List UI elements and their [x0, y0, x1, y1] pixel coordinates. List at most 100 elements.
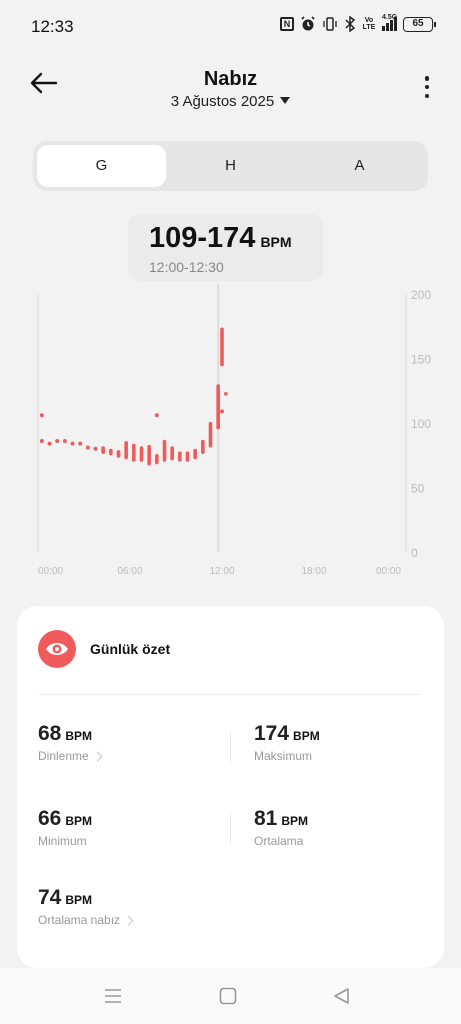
- heart-rate-chart[interactable]: 200 150 100 50 0 00:00 06:00 12:00 18:00 00:00: [0, 282, 461, 582]
- summary-title: Günlük özet: [90, 641, 171, 657]
- stat-value: 68: [38, 722, 62, 745]
- tab-day[interactable]: G: [37, 145, 166, 187]
- x-tick-label: 00:00: [376, 566, 401, 577]
- heart-rate-point: [93, 446, 98, 451]
- bluetooth-icon: [345, 16, 356, 32]
- y-tick-label: 50: [411, 482, 425, 496]
- chevron-right-icon: [92, 751, 103, 762]
- stat-label: Ortalama: [254, 834, 304, 848]
- more-dot: [424, 84, 430, 90]
- heart-rate-point: [47, 441, 52, 446]
- heart-rate-point: [85, 445, 90, 450]
- selected-readout: 109-174 BPM 12:00-12:30: [128, 214, 323, 281]
- period-tabs: G H A: [33, 141, 428, 191]
- heart-rate-range-bar: [124, 441, 128, 460]
- tab-month[interactable]: A: [295, 145, 424, 187]
- stat-label: Minimum: [38, 834, 87, 848]
- more-dot: [424, 93, 430, 98]
- alarm-icon: [301, 16, 315, 31]
- readout-value-row: 109-174 BPM: [149, 222, 292, 255]
- y-tick-label: 200: [411, 288, 431, 302]
- column-divider: [230, 732, 231, 762]
- signal-icon: 4.5G: [382, 14, 398, 31]
- stat-value: 174: [254, 722, 290, 745]
- page-title: Nabız: [203, 68, 258, 90]
- stat-resting[interactable]: 68 BPM Dinlenme: [38, 722, 103, 763]
- status-bar: 12:33 N Vo LTE 4.5G 65: [0, 0, 461, 52]
- heart-rate-range-bar: [109, 448, 113, 456]
- daily-summary-card: Günlük özet 68 BPM Dinlenme 174 BPM Maksim…: [17, 606, 444, 968]
- heart-rate-range-bar: [170, 446, 174, 461]
- nfc-icon: N: [280, 17, 294, 31]
- eye-icon: [38, 630, 76, 668]
- readout-unit: BPM: [260, 234, 292, 250]
- heart-rate-range-bar: [185, 451, 190, 462]
- y-tick-label: 0: [411, 546, 418, 560]
- heart-rate-point: [101, 448, 106, 453]
- heart-rate-point: [39, 439, 44, 444]
- heart-rate-point: [78, 441, 83, 446]
- heart-rate-range-bar: [216, 384, 220, 430]
- stat-maximum: 174 BPM Maksimum: [254, 722, 320, 763]
- battery-icon: 65: [403, 16, 436, 32]
- heart-rate-point: [220, 409, 224, 414]
- date-selector[interactable]: 3 Ağustos 2025: [0, 93, 461, 110]
- heart-rate-range-bar: [220, 327, 224, 367]
- heart-rate-range-bar: [147, 444, 151, 466]
- vibrate-icon: [323, 17, 337, 31]
- readout-time: 12:00-12:30: [149, 259, 224, 275]
- date-label: 3 Ağustos 2025: [170, 93, 275, 110]
- tab-week[interactable]: H: [166, 145, 295, 187]
- x-tick-label: 18:00: [301, 566, 326, 577]
- readout-value: 109-174: [149, 222, 256, 254]
- menu-icon[interactable]: [102, 986, 124, 1006]
- stat-average-heart-rate[interactable]: 74 BPM Ortalama nabız: [38, 886, 134, 927]
- x-tick-label: 12:00: [209, 566, 234, 577]
- back-icon[interactable]: [331, 986, 353, 1006]
- chevron-right-icon: [123, 915, 134, 926]
- stat-label: Ortalama nabız: [38, 913, 121, 927]
- stat-unit: BPM: [281, 814, 309, 828]
- column-divider: [230, 814, 231, 844]
- stat-value: 81: [254, 807, 278, 830]
- status-icons: N Vo LTE 4.5G 65: [280, 14, 436, 32]
- heart-rate-range-bar: [139, 446, 144, 462]
- stat-unit: BPM: [293, 729, 320, 743]
- heart-rate-range-bar: [132, 443, 136, 462]
- stat-minimum: 66 BPM Minimum: [38, 807, 92, 848]
- stat-value: 74: [38, 886, 62, 909]
- y-tick-label: 150: [411, 353, 431, 367]
- network-type: 4.5G: [382, 14, 398, 21]
- heart-rate-range-bar: [224, 392, 228, 396]
- stat-label: Maksimum: [254, 749, 313, 763]
- heart-rate-range-bar: [116, 450, 121, 458]
- heart-rate-range-bar: [201, 439, 205, 454]
- system-nav-bar: [0, 968, 461, 1024]
- heart-rate-range-bar: [162, 439, 167, 462]
- x-tick-label: 06:00: [117, 566, 142, 577]
- stat-average: 81 BPM Ortalama: [254, 807, 308, 848]
- header: Nabız 3 Ağustos 2025: [0, 60, 461, 120]
- heart-rate-range-bar: [208, 421, 213, 448]
- heart-rate-point: [39, 413, 44, 418]
- heart-rate-point: [62, 439, 67, 444]
- heart-rate-point: [154, 413, 159, 418]
- more-dot: [424, 76, 430, 81]
- heart-rate-range-bar: [155, 453, 159, 465]
- volte-icon: Vo LTE: [362, 17, 376, 31]
- stat-unit: BPM: [65, 814, 93, 828]
- heart-rate-point: [70, 441, 75, 446]
- status-time: 12:33: [31, 17, 74, 36]
- stat-label: Dinlenme: [38, 749, 89, 763]
- divider: [39, 694, 420, 695]
- more-options-button[interactable]: [423, 76, 431, 98]
- stat-unit: BPM: [65, 729, 93, 743]
- y-tick-label: 100: [411, 417, 431, 431]
- home-icon[interactable]: [217, 986, 239, 1006]
- caret-down-icon: [280, 97, 291, 104]
- stat-unit: BPM: [65, 893, 93, 907]
- heart-rate-range-bar: [193, 448, 197, 460]
- x-tick-label: 00:00: [38, 566, 63, 577]
- stat-value: 66: [38, 807, 62, 830]
- heart-rate-point: [55, 439, 60, 444]
